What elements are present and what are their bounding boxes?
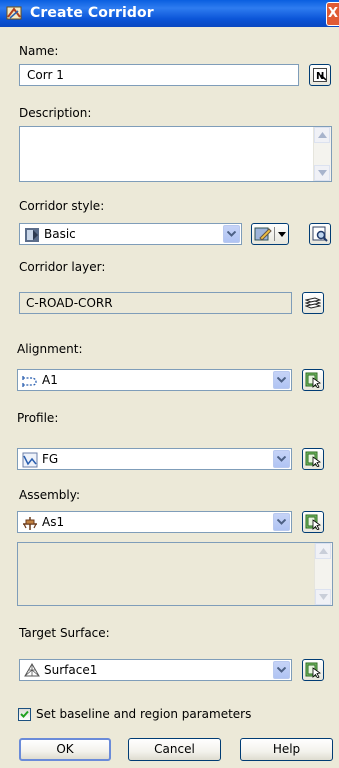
help-button[interactable]: Help [240, 738, 333, 761]
chevron-down-icon [227, 231, 236, 237]
alignment-dropdown-button[interactable] [273, 371, 290, 389]
target-surface-label: Target Surface: [19, 626, 110, 640]
scroll-down-arrow [315, 589, 331, 605]
layers-icon [305, 297, 321, 309]
target-surface-dropdown-button[interactable] [273, 661, 290, 679]
scroll-up-arrow [315, 543, 331, 559]
corridor-style-edit-split-button[interactable] [251, 223, 289, 245]
name-label: Name: [19, 44, 59, 58]
alignment-pick-button[interactable] [302, 369, 324, 391]
create-corridor-app-icon [6, 6, 22, 20]
corridor-style-icon [25, 228, 39, 242]
edit-style-icon [254, 227, 272, 241]
scroll-up-arrow[interactable] [314, 127, 330, 143]
alignment-combo[interactable]: A1 [17, 369, 292, 391]
select-from-drawing-icon [305, 662, 321, 678]
corridor-style-label: Corridor style: [19, 199, 105, 213]
assembly-combo[interactable]: As1 [17, 511, 292, 533]
corridor-style-preview-button[interactable] [309, 223, 331, 245]
profile-dropdown-button[interactable] [273, 450, 290, 468]
set-baseline-checkbox[interactable] [18, 708, 31, 721]
name-input[interactable]: Corr 1 [19, 64, 299, 86]
profile-label: Profile: [17, 411, 59, 425]
profile-pick-button[interactable] [302, 448, 324, 470]
assembly-description-scrollbar [314, 543, 332, 605]
target-surface-value: Surface1 [44, 663, 98, 677]
split-separator [274, 227, 275, 241]
chevron-down-icon [277, 456, 286, 462]
cancel-button[interactable]: Cancel [128, 738, 221, 761]
chevron-down-icon [277, 667, 286, 673]
title-bar[interactable]: Create Corridor X [0, 0, 339, 27]
name-template-icon: N [313, 68, 327, 82]
close-icon: X [327, 6, 339, 21]
assembly-dropdown-button[interactable] [273, 513, 290, 531]
select-from-drawing-icon [305, 451, 321, 467]
description-label: Description: [19, 106, 92, 120]
assembly-description-textarea [17, 542, 333, 606]
assembly-pick-button[interactable] [302, 511, 324, 533]
profile-combo[interactable]: FG [17, 448, 292, 470]
scroll-down-arrow[interactable] [314, 165, 330, 181]
corridor-layer-button[interactable] [302, 292, 324, 314]
description-scrollbar[interactable] [313, 127, 331, 181]
target-surface-pick-button[interactable] [302, 659, 324, 681]
assembly-label: Assembly: [19, 488, 81, 502]
dropdown-arrow-icon [278, 232, 286, 237]
set-baseline-label[interactable]: Set baseline and region parameters [36, 707, 251, 721]
window-title: Create Corridor [30, 5, 154, 21]
close-button[interactable]: X [326, 2, 339, 26]
name-templates-button[interactable]: N [309, 64, 331, 86]
style-preview-icon [312, 226, 328, 242]
corridor-style-dropdown-button[interactable] [223, 225, 240, 243]
select-from-drawing-icon [305, 514, 321, 530]
alignment-icon [22, 376, 37, 387]
chevron-down-icon [277, 519, 286, 525]
profile-icon [22, 452, 38, 468]
checkmark-icon [20, 710, 29, 718]
chevron-down-icon [277, 377, 286, 383]
alignment-label: Alignment: [17, 342, 83, 356]
description-textarea[interactable] [19, 126, 332, 182]
ok-button[interactable]: OK [19, 738, 111, 761]
corridor-style-value: Basic [44, 227, 76, 241]
corridor-layer-label: Corridor layer: [19, 260, 106, 274]
profile-value: FG [42, 452, 59, 466]
assembly-icon [23, 517, 37, 530]
corridor-layer-field: C-ROAD-CORR [19, 292, 292, 314]
assembly-value: As1 [42, 515, 65, 529]
select-from-drawing-icon [305, 372, 321, 388]
target-surface-combo[interactable]: Surface1 [19, 659, 292, 681]
alignment-value: A1 [42, 373, 58, 387]
name-value: Corr 1 [27, 68, 64, 82]
surface-icon [24, 663, 40, 677]
corridor-style-combo[interactable]: Basic [19, 223, 242, 245]
corridor-layer-value: C-ROAD-CORR [26, 296, 113, 310]
